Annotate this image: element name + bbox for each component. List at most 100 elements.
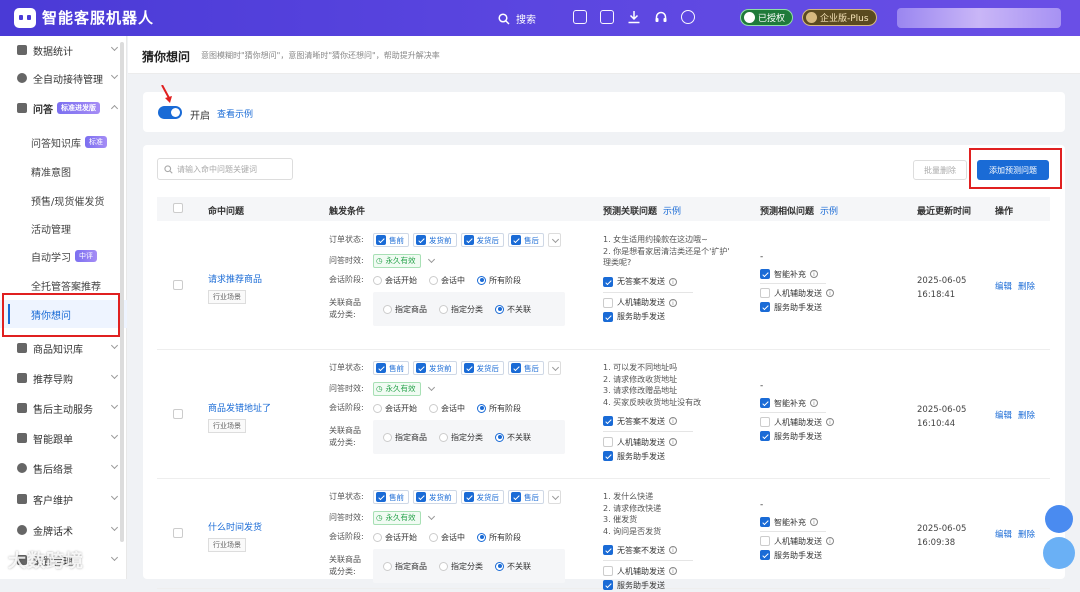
radio-stage_all[interactable]	[477, 532, 486, 542]
help-icon[interactable]	[681, 10, 695, 24]
radio-goods_specified[interactable]	[383, 304, 392, 314]
checkbox[interactable]	[416, 363, 426, 373]
checkbox-line[interactable]: 服务助手发送	[603, 449, 701, 463]
sidebar-item-aftersale[interactable]: 售后主动服务	[0, 394, 127, 422]
headset-icon[interactable]	[654, 10, 668, 24]
checkbox[interactable]	[603, 437, 613, 447]
sidebar-sub-activity[interactable]: 活动管理	[0, 214, 127, 242]
checkbox[interactable]	[760, 288, 770, 298]
checkbox-line[interactable]: 服务助手发送	[603, 310, 730, 324]
radio-stage_all[interactable]	[477, 403, 486, 413]
radio-not_related[interactable]	[495, 304, 504, 314]
radio-category_specified[interactable]	[439, 561, 448, 571]
checkbox[interactable]	[760, 536, 770, 546]
checkbox[interactable]	[463, 363, 474, 373]
checkbox[interactable]	[511, 235, 521, 245]
checkbox[interactable]	[376, 492, 386, 502]
checkbox-line[interactable]: 无答案不发送 i	[603, 414, 701, 428]
order-status-chip[interactable]: 售后	[508, 490, 544, 504]
chevron-down-icon[interactable]	[425, 511, 438, 525]
delete-link[interactable]: 删除	[1018, 530, 1035, 540]
radio-stage_start[interactable]	[373, 532, 382, 542]
checkbox-line[interactable]: 服务助手发送	[760, 548, 834, 562]
app-logo[interactable]: 智能客服机器人	[14, 7, 154, 28]
info-icon[interactable]: i	[810, 399, 818, 407]
checkbox[interactable]	[603, 416, 613, 426]
related-example-link[interactable]: 示例	[663, 207, 681, 217]
chevron-down-icon[interactable]	[425, 254, 438, 268]
radio-category_specified[interactable]	[439, 432, 448, 442]
order-status-chip[interactable]: 发货前	[413, 361, 457, 375]
document-icon[interactable]	[573, 10, 587, 24]
sidebar-scrollbar[interactable]	[120, 42, 124, 542]
sidebar-sub-learning[interactable]: 自动学习 中评	[0, 242, 127, 270]
select-all-checkbox[interactable]	[173, 203, 183, 213]
sidebar-item-scenes[interactable]: 售后络景	[0, 454, 127, 482]
checkbox[interactable]	[603, 276, 613, 287]
radio-goods_specified[interactable]	[383, 432, 392, 442]
info-icon[interactable]: i	[669, 567, 677, 575]
checkbox-line[interactable]: 服务助手发送	[603, 578, 693, 592]
robot-assistant-icon[interactable]	[1043, 537, 1075, 569]
checkbox[interactable]	[463, 492, 474, 502]
permanent-chip[interactable]: ◷ 永久有效	[373, 253, 421, 268]
radio-stage_start[interactable]	[373, 403, 382, 413]
sidebar-item-qa[interactable]: 问答 标准进发版	[0, 94, 127, 122]
edit-link[interactable]: 编辑	[995, 282, 1012, 292]
info-icon[interactable]: i	[810, 518, 818, 526]
row-checkbox[interactable]	[173, 409, 183, 419]
order-status-chip[interactable]: 发货后	[460, 361, 504, 375]
checkbox[interactable]	[760, 417, 770, 427]
chevron-down-icon[interactable]	[548, 361, 561, 375]
order-status-chip[interactable]: 发货前	[413, 490, 457, 504]
checkbox[interactable]	[376, 235, 386, 245]
checkbox[interactable]	[463, 235, 474, 245]
info-icon[interactable]: i	[669, 277, 677, 286]
chat-support-icon[interactable]	[1045, 505, 1073, 533]
radio-goods_specified[interactable]	[383, 561, 392, 571]
checkbox-line[interactable]: 人机辅助发送 i	[603, 296, 730, 310]
checkbox[interactable]	[603, 311, 613, 322]
batch-delete-button[interactable]: 批量删除	[913, 160, 967, 180]
sidebar-item-auto-reception[interactable]: 全自动接待管理	[0, 64, 127, 92]
row-checkbox[interactable]	[173, 280, 183, 290]
radio-stage_mid[interactable]	[429, 403, 438, 413]
question-link[interactable]: 什么时间发货	[208, 520, 262, 533]
order-status-chip[interactable]: 售后	[508, 361, 544, 375]
info-icon[interactable]: i	[669, 298, 677, 307]
info-icon[interactable]: i	[810, 270, 818, 278]
delete-link[interactable]: 删除	[1018, 282, 1035, 292]
edit-link[interactable]: 编辑	[995, 530, 1012, 540]
checkbox[interactable]	[603, 297, 613, 308]
chevron-down-icon[interactable]	[548, 490, 561, 504]
checkbox-line[interactable]: 智能补充 i	[760, 396, 834, 410]
edition-badge[interactable]: 企业版-Plus	[802, 9, 877, 26]
checkbox[interactable]	[376, 363, 386, 373]
sidebar-sub-qa-kb[interactable]: 问答知识库 标准	[0, 128, 127, 156]
radio-stage_mid[interactable]	[429, 275, 438, 285]
checkbox-line[interactable]: 服务助手发送	[760, 300, 834, 314]
radio-stage_start[interactable]	[373, 275, 382, 285]
sidebar-item-customer[interactable]: 客户维护	[0, 485, 127, 513]
chevron-down-icon[interactable]	[425, 382, 438, 396]
radio-category_specified[interactable]	[439, 304, 448, 314]
radio-stage_all[interactable]	[477, 275, 486, 285]
permanent-chip[interactable]: ◷ 永久有效	[373, 381, 421, 396]
similar-example-link[interactable]: 示例	[820, 207, 838, 217]
sidebar-item-recommend[interactable]: 推荐导购	[0, 364, 127, 392]
chevron-down-icon[interactable]	[548, 233, 561, 247]
checkbox-line[interactable]: 人机辅助发送 i	[760, 534, 834, 548]
sidebar-item-follow[interactable]: 智能跟单	[0, 424, 127, 452]
checkbox[interactable]	[603, 451, 613, 461]
info-icon[interactable]: i	[826, 289, 834, 297]
info-icon[interactable]: i	[826, 537, 834, 545]
order-status-chip[interactable]: 售前	[373, 233, 409, 247]
order-status-chip[interactable]: 售前	[373, 361, 409, 375]
top-search[interactable]: 搜索	[498, 11, 536, 26]
checkbox[interactable]	[760, 269, 770, 279]
user-account[interactable]	[897, 8, 1061, 28]
checkbox[interactable]	[416, 492, 426, 502]
sidebar-sub-presale[interactable]: 预售/现货催发货	[0, 186, 127, 214]
checkbox[interactable]	[603, 580, 613, 590]
order-status-chip[interactable]: 售后	[508, 233, 544, 247]
